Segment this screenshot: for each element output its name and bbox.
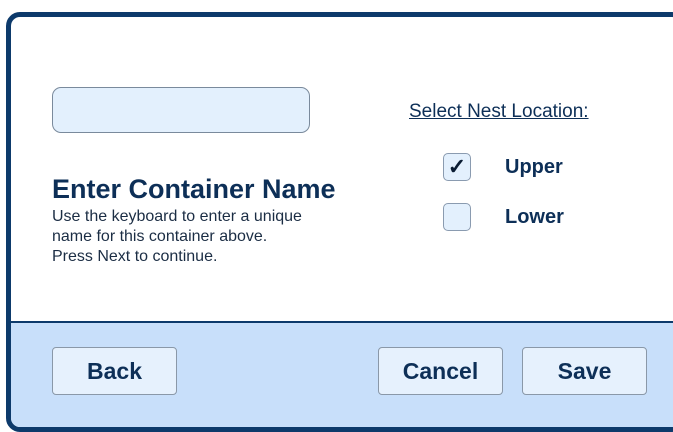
lower-checkbox[interactable] xyxy=(443,203,471,231)
page-title: Enter Container Name xyxy=(52,174,336,204)
save-button[interactable]: Save xyxy=(522,347,647,395)
nest-option-lower[interactable]: Lower xyxy=(443,203,564,231)
dialog-panel: Enter Container Name Use the keyboard to… xyxy=(6,12,673,432)
instruction-line: name for this container above. xyxy=(52,228,268,245)
instruction-line: Use the keyboard to enter a unique xyxy=(52,208,302,225)
lower-label: Lower xyxy=(505,205,564,228)
back-button[interactable]: Back xyxy=(52,347,177,395)
checkmark-icon: ✓ xyxy=(447,154,467,179)
nest-option-upper[interactable]: ✓ Upper xyxy=(443,153,563,181)
instructions-text: Use the keyboard to enter a unique name … xyxy=(52,207,372,267)
instruction-line: Press Next to continue. xyxy=(52,248,218,265)
upper-checkbox[interactable]: ✓ xyxy=(443,153,471,181)
container-name-input[interactable] xyxy=(52,87,310,133)
upper-label: Upper xyxy=(505,155,563,178)
nest-location-heading: Select Nest Location: xyxy=(409,101,589,122)
cancel-button[interactable]: Cancel xyxy=(378,347,503,395)
